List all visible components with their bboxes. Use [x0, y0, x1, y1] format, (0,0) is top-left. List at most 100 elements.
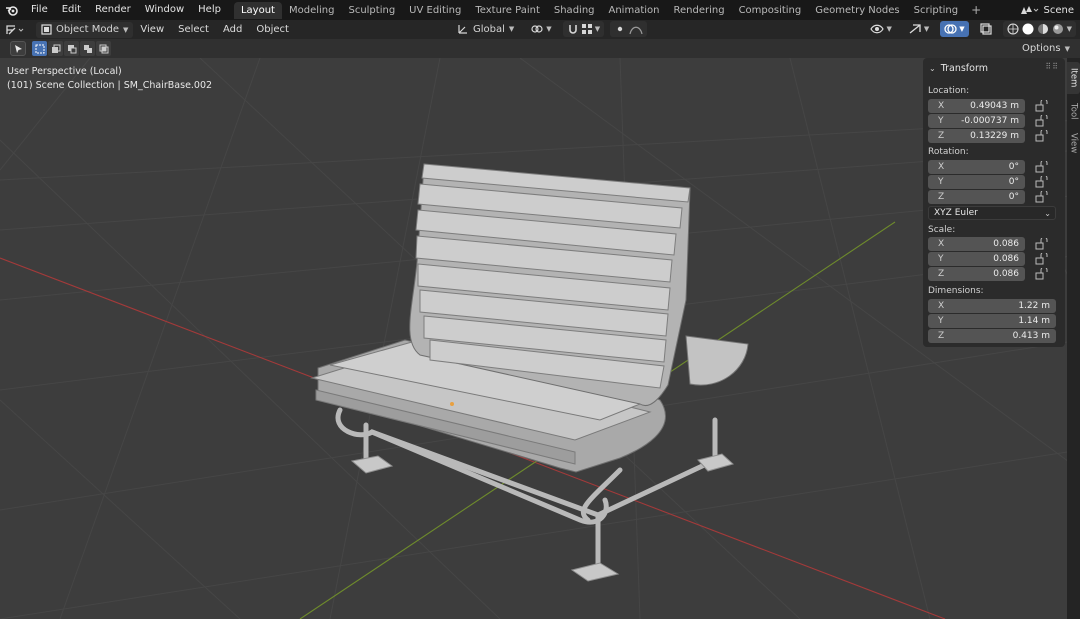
select-subtract-button[interactable]	[64, 41, 79, 56]
lock-icon[interactable]	[1035, 268, 1049, 280]
tab-scripting[interactable]: Scripting	[907, 2, 965, 19]
select-tool-button[interactable]	[10, 41, 26, 56]
field-value: 0.086	[993, 254, 1019, 264]
rotation-z-field[interactable]: Z 0°	[928, 190, 1025, 204]
menu-select[interactable]: Select	[171, 22, 216, 38]
tab-modeling[interactable]: Modeling	[282, 2, 342, 19]
rendered-shading-icon[interactable]	[1052, 23, 1064, 35]
axis-label: Z	[938, 331, 945, 341]
visibility-dropdown[interactable]: ▼	[865, 21, 896, 37]
axis-label: X	[938, 162, 945, 172]
eye-icon	[870, 24, 885, 34]
location-z-field[interactable]: Z 0.13229 m	[928, 129, 1025, 143]
tab-rendering[interactable]: Rendering	[666, 2, 731, 19]
orientation-dropdown[interactable]: Global ▼	[452, 21, 519, 37]
options-dropdown[interactable]: Options ▼	[1016, 41, 1076, 56]
chevron-down-icon: ▼	[959, 25, 965, 33]
orientation-label: Global	[473, 23, 505, 35]
transform-panel-header[interactable]: ⌄ Transform	[929, 63, 988, 74]
menu-render[interactable]: Render	[88, 0, 138, 20]
field-value: 0°	[1008, 192, 1019, 202]
3d-viewport[interactable]: User Perspective (Local) (101) Scene Col…	[0, 58, 1080, 619]
snap-grid-icon	[581, 24, 592, 34]
tab-shading[interactable]: Shading	[547, 2, 602, 19]
mode-dropdown[interactable]: Object Mode ▼	[36, 21, 134, 38]
blender-logo-icon[interactable]	[0, 0, 24, 20]
magnet-icon	[568, 25, 577, 34]
field-value: 0°	[1008, 162, 1019, 172]
rotation-y-field[interactable]: Y 0°	[928, 175, 1025, 189]
tab-animation[interactable]: Animation	[602, 2, 667, 19]
select-difference-icon	[83, 44, 92, 53]
tab-sculpting[interactable]: Sculpting	[341, 2, 402, 19]
scene-selector[interactable]: Scene	[1018, 0, 1080, 20]
editor-type-icon	[6, 24, 24, 34]
axis-label: X	[938, 301, 945, 311]
field-value: 0.413 m	[1012, 331, 1050, 341]
gizmo-dropdown[interactable]: ▼	[903, 21, 934, 37]
material-shading-icon[interactable]	[1037, 23, 1049, 35]
location-x-field[interactable]: X 0.49043 m	[928, 99, 1025, 113]
dimensions-y-field[interactable]: Y 1.14 m	[928, 314, 1056, 328]
tab-geometry-nodes[interactable]: Geometry Nodes	[808, 2, 906, 19]
scale-y-field[interactable]: Y 0.086	[928, 252, 1025, 266]
snap-toggle[interactable]: ▼	[562, 21, 605, 37]
select-extend-button[interactable]	[48, 41, 63, 56]
lock-icon[interactable]	[1035, 130, 1049, 142]
lock-icon[interactable]	[1035, 115, 1049, 127]
selection-mode-group	[32, 41, 111, 56]
menu-edit[interactable]: Edit	[55, 0, 88, 20]
menu-help[interactable]: Help	[191, 0, 228, 20]
shading-modes: ▼	[1002, 21, 1076, 37]
pivot-dropdown[interactable]: ▼	[525, 21, 556, 37]
rotation-mode-dropdown[interactable]: XYZ Euler ⌄	[928, 206, 1056, 220]
lock-icon[interactable]	[1035, 238, 1049, 250]
tab-item[interactable]: Item	[1067, 62, 1080, 94]
chevron-down-icon: ▼	[1066, 25, 1072, 33]
tab-view[interactable]: View	[1067, 128, 1080, 158]
dimensions-x-field[interactable]: X 1.22 m	[928, 299, 1056, 313]
falloff-icon	[629, 26, 643, 35]
scale-x-field[interactable]: X 0.086	[928, 237, 1025, 251]
lock-icon[interactable]	[1035, 100, 1049, 112]
solid-shading-icon[interactable]	[1022, 23, 1034, 35]
lock-icon[interactable]	[1035, 253, 1049, 265]
dimensions-z-field[interactable]: Z 0.413 m	[928, 329, 1056, 343]
lock-icon[interactable]	[1035, 191, 1049, 203]
drag-grip-icon[interactable]: ⠿⠿	[1045, 62, 1059, 71]
scale-label: Scale:	[928, 225, 956, 235]
location-label: Location:	[928, 86, 970, 96]
lock-icon[interactable]	[1035, 161, 1049, 173]
field-value: 0.13229 m	[970, 131, 1019, 141]
xray-toggle[interactable]	[975, 21, 997, 37]
overlays-toggle[interactable]: ▼	[940, 21, 969, 37]
select-set-button[interactable]	[32, 41, 47, 56]
field-value: 0.086	[993, 239, 1019, 249]
proportional-edit-toggle[interactable]	[610, 21, 648, 37]
menu-file[interactable]: File	[24, 0, 55, 20]
lock-icon[interactable]	[1035, 176, 1049, 188]
tab-uv-editing[interactable]: UV Editing	[402, 2, 468, 19]
tab-compositing[interactable]: Compositing	[732, 2, 809, 19]
field-value: 0.086	[993, 269, 1019, 279]
location-y-field[interactable]: Y -0.000737 m	[928, 114, 1025, 128]
menu-object[interactable]: Object	[249, 22, 296, 38]
menu-window[interactable]: Window	[138, 0, 191, 20]
wireframe-shading-icon[interactable]	[1007, 23, 1019, 35]
chevron-down-icon: ⌄	[1044, 208, 1051, 218]
collection-label: (101) Scene Collection | SM_ChairBase.00…	[7, 80, 213, 91]
menu-add[interactable]: Add	[216, 22, 249, 38]
select-difference-button[interactable]	[80, 41, 95, 56]
viewport-scene[interactable]	[0, 58, 1080, 619]
field-value: 0.49043 m	[970, 101, 1019, 111]
tab-tool[interactable]: Tool	[1067, 96, 1080, 126]
rotation-x-field[interactable]: X 0°	[928, 160, 1025, 174]
add-workspace-button[interactable]: +	[965, 3, 987, 17]
tab-texture-paint[interactable]: Texture Paint	[468, 2, 547, 19]
chevron-down-icon: ▼	[594, 25, 601, 33]
scale-z-field[interactable]: Z 0.086	[928, 267, 1025, 281]
editor-type-button[interactable]	[0, 22, 32, 38]
select-intersect-button[interactable]	[96, 41, 111, 56]
menu-view[interactable]: View	[133, 22, 171, 38]
tab-layout[interactable]: Layout	[233, 1, 282, 19]
